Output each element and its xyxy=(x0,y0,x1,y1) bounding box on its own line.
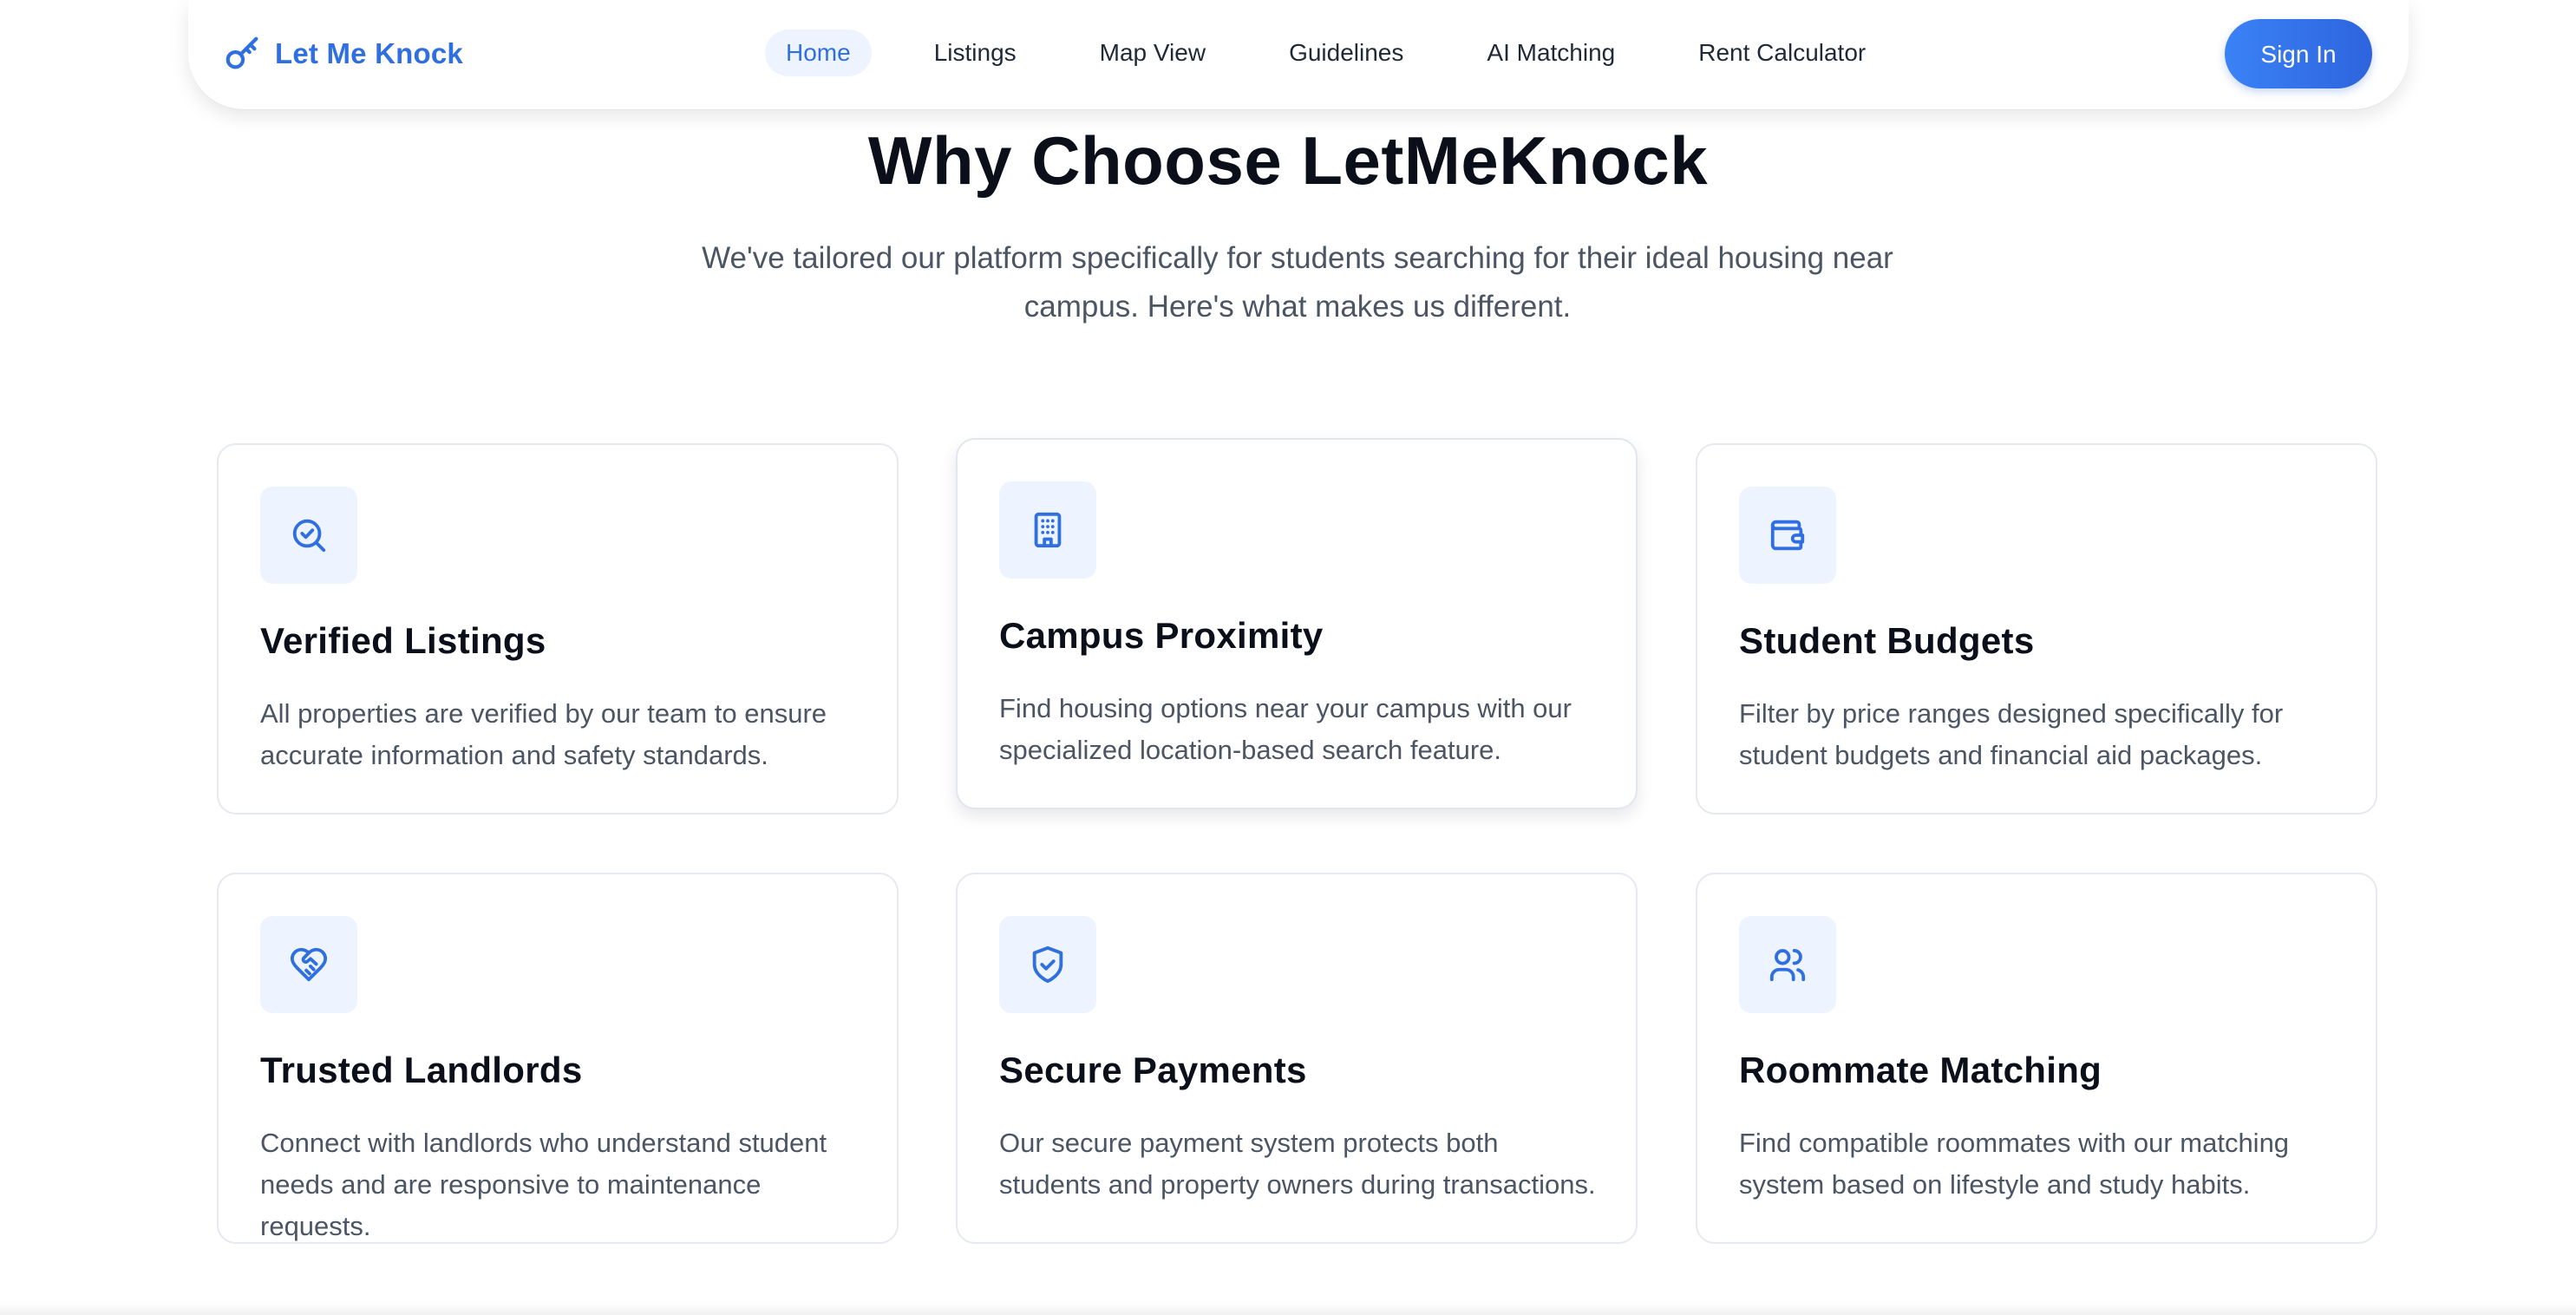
nav-item-map-view[interactable]: Map View xyxy=(1079,29,1226,76)
nav-item-guidelines[interactable]: Guidelines xyxy=(1268,29,1424,76)
sign-in-button[interactable]: Sign In xyxy=(2225,19,2372,88)
feature-title: Trusted Landlords xyxy=(260,1050,583,1090)
feature-description: All properties are verified by our team … xyxy=(260,698,827,770)
feature-card-verified-listings: Verified Listings All properties are ver… xyxy=(217,443,899,815)
section-subtitle: We've tailored our platform specifically… xyxy=(702,241,1893,324)
nav-item-home[interactable]: Home xyxy=(765,29,872,76)
nav-item-ai-matching[interactable]: AI Matching xyxy=(1466,29,1636,76)
top-navbar: Let Me Knock Home Listings Map View Guid… xyxy=(188,0,2409,109)
brand-logo[interactable]: Let Me Knock xyxy=(223,33,463,75)
feature-card-roommate-matching: Roommate Matching Find compatible roomma… xyxy=(1696,873,2377,1244)
feature-description: Connect with landlords who understand st… xyxy=(260,1128,827,1241)
feature-title: Student Budgets xyxy=(1739,620,2035,661)
shield-check-icon xyxy=(999,916,1096,1013)
key-icon xyxy=(223,34,263,74)
feature-title: Campus Proximity xyxy=(999,615,1324,656)
main-nav: Home Listings Map View Guidelines AI Mat… xyxy=(765,29,1928,76)
feature-description: Our secure payment system protects both … xyxy=(999,1128,1596,1200)
building-icon xyxy=(999,481,1096,579)
wallet-icon xyxy=(1739,487,1836,584)
feature-card-trusted-landlords: Trusted Landlords Connect with landlords… xyxy=(217,873,899,1244)
feature-description: Find compatible roommates with our match… xyxy=(1739,1128,2290,1200)
search-check-icon xyxy=(260,487,357,584)
feature-description: Find housing options near your campus wi… xyxy=(999,693,1572,765)
brand-name: Let Me Knock xyxy=(275,37,463,69)
feature-title: Verified Listings xyxy=(260,620,546,661)
feature-title: Roommate Matching xyxy=(1739,1050,2102,1090)
feature-card-campus-proximity: Campus Proximity Find housing options ne… xyxy=(956,438,1638,809)
nav-item-rent-calculator[interactable]: Rent Calculator xyxy=(1677,29,1886,76)
nav-item-listings[interactable]: Listings xyxy=(913,29,1037,76)
feature-card-student-budgets: Student Budgets Filter by price ranges d… xyxy=(1696,443,2377,815)
heart-handshake-icon xyxy=(260,916,357,1013)
feature-card-secure-payments: Secure Payments Our secure payment syste… xyxy=(956,873,1638,1244)
page-bottom-shadow xyxy=(0,1303,2576,1315)
feature-description: Filter by price ranges designed specific… xyxy=(1739,698,2284,770)
section-title: Why Choose LetMeKnock xyxy=(867,122,1709,199)
feature-title: Secure Payments xyxy=(999,1050,1307,1090)
users-icon xyxy=(1739,916,1836,1013)
